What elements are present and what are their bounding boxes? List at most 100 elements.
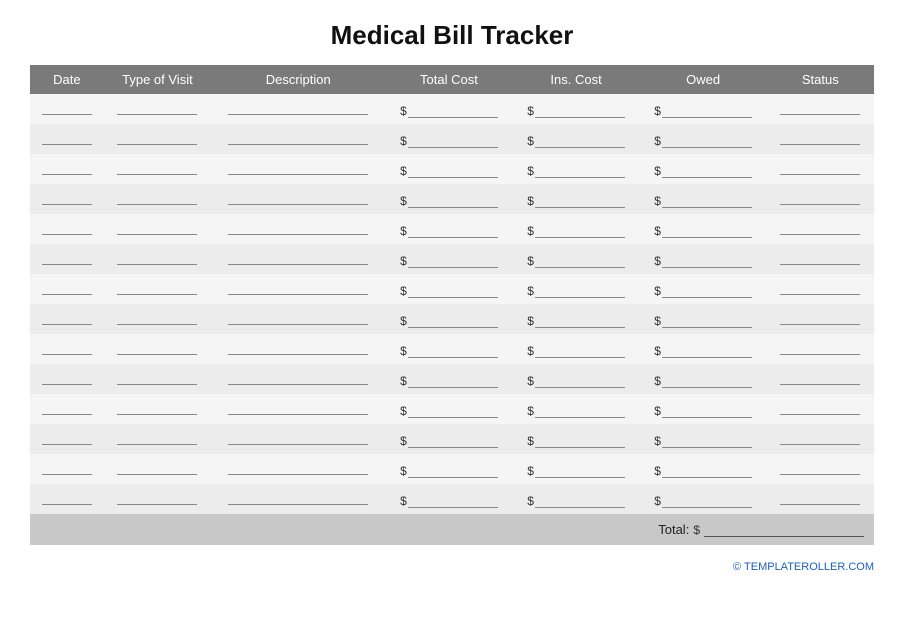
type-of-visit-field[interactable] <box>117 341 197 355</box>
total-underline-field[interactable] <box>704 523 864 537</box>
type-of-visit-field[interactable] <box>117 251 197 265</box>
owed-field[interactable] <box>662 194 752 208</box>
type-of-visit-field[interactable] <box>117 371 197 385</box>
ins-cost-field[interactable] <box>535 404 625 418</box>
status-field[interactable] <box>780 221 860 235</box>
status-field[interactable] <box>780 341 860 355</box>
owed-field[interactable] <box>662 434 752 448</box>
type-of-visit-field[interactable] <box>117 431 197 445</box>
description-field[interactable] <box>228 191 368 205</box>
description-field[interactable] <box>228 161 368 175</box>
ins-cost-field[interactable] <box>535 374 625 388</box>
owed-field[interactable] <box>662 314 752 328</box>
description-field[interactable] <box>228 311 368 325</box>
status-field[interactable] <box>780 491 860 505</box>
total-cost-field[interactable] <box>408 164 498 178</box>
date-field[interactable] <box>42 491 92 505</box>
type-of-visit-field[interactable] <box>117 461 197 475</box>
date-field[interactable] <box>42 371 92 385</box>
description-field[interactable] <box>228 101 368 115</box>
total-cost-field[interactable] <box>408 404 498 418</box>
ins-cost-field[interactable] <box>535 194 625 208</box>
owed-field[interactable] <box>662 254 752 268</box>
status-field[interactable] <box>780 461 860 475</box>
date-field[interactable] <box>42 161 92 175</box>
description-field[interactable] <box>228 461 368 475</box>
description-field[interactable] <box>228 491 368 505</box>
owed-field[interactable] <box>662 344 752 358</box>
description-field[interactable] <box>228 401 368 415</box>
description-field[interactable] <box>228 221 368 235</box>
total-cost-dollar: $ <box>400 494 407 508</box>
owed-field[interactable] <box>662 284 752 298</box>
type-of-visit-field[interactable] <box>117 221 197 235</box>
total-cost-field[interactable] <box>408 374 498 388</box>
type-of-visit-field[interactable] <box>117 491 197 505</box>
ins-cost-field[interactable] <box>535 164 625 178</box>
ins-cost-field[interactable] <box>535 104 625 118</box>
total-cost-field[interactable] <box>408 194 498 208</box>
description-field[interactable] <box>228 131 368 145</box>
date-field[interactable] <box>42 401 92 415</box>
total-cost-field[interactable] <box>408 464 498 478</box>
owed-field[interactable] <box>662 224 752 238</box>
status-field[interactable] <box>780 161 860 175</box>
date-field[interactable] <box>42 431 92 445</box>
type-of-visit-field[interactable] <box>117 401 197 415</box>
type-of-visit-field[interactable] <box>117 191 197 205</box>
status-field[interactable] <box>780 281 860 295</box>
ins-cost-field[interactable] <box>535 344 625 358</box>
ins-cost-field[interactable] <box>535 134 625 148</box>
ins-cost-field[interactable] <box>535 314 625 328</box>
description-field[interactable] <box>228 251 368 265</box>
ins-cost-field[interactable] <box>535 464 625 478</box>
type-of-visit-field[interactable] <box>117 131 197 145</box>
type-of-visit-field[interactable] <box>117 101 197 115</box>
total-cost-field[interactable] <box>408 434 498 448</box>
total-cost-field[interactable] <box>408 314 498 328</box>
ins-cost-field[interactable] <box>535 284 625 298</box>
date-field[interactable] <box>42 251 92 265</box>
owed-field[interactable] <box>662 464 752 478</box>
description-field[interactable] <box>228 281 368 295</box>
owed-field[interactable] <box>662 494 752 508</box>
total-cost-field[interactable] <box>408 104 498 118</box>
date-field[interactable] <box>42 311 92 325</box>
owed-field[interactable] <box>662 164 752 178</box>
status-field[interactable] <box>780 401 860 415</box>
status-field[interactable] <box>780 311 860 325</box>
status-field[interactable] <box>780 431 860 445</box>
date-field[interactable] <box>42 131 92 145</box>
status-field[interactable] <box>780 191 860 205</box>
type-of-visit-field[interactable] <box>117 311 197 325</box>
owed-field[interactable] <box>662 104 752 118</box>
total-cost-field[interactable] <box>408 134 498 148</box>
description-field[interactable] <box>228 371 368 385</box>
date-field[interactable] <box>42 191 92 205</box>
description-field[interactable] <box>228 431 368 445</box>
total-cost-field[interactable] <box>408 254 498 268</box>
status-field[interactable] <box>780 101 860 115</box>
ins-cost-field[interactable] <box>535 434 625 448</box>
total-cost-field[interactable] <box>408 284 498 298</box>
ins-cost-field[interactable] <box>535 224 625 238</box>
status-field[interactable] <box>780 251 860 265</box>
type-of-visit-field[interactable] <box>117 161 197 175</box>
description-field[interactable] <box>228 341 368 355</box>
ins-cost-field[interactable] <box>535 494 625 508</box>
owed-field[interactable] <box>662 134 752 148</box>
total-cost-field[interactable] <box>408 494 498 508</box>
ins-cost-field[interactable] <box>535 254 625 268</box>
date-field[interactable] <box>42 281 92 295</box>
date-field[interactable] <box>42 101 92 115</box>
total-cost-field[interactable] <box>408 224 498 238</box>
owed-field[interactable] <box>662 374 752 388</box>
status-field[interactable] <box>780 371 860 385</box>
owed-field[interactable] <box>662 404 752 418</box>
total-cost-field[interactable] <box>408 344 498 358</box>
date-field[interactable] <box>42 341 92 355</box>
date-field[interactable] <box>42 221 92 235</box>
type-of-visit-field[interactable] <box>117 281 197 295</box>
date-field[interactable] <box>42 461 92 475</box>
status-field[interactable] <box>780 131 860 145</box>
